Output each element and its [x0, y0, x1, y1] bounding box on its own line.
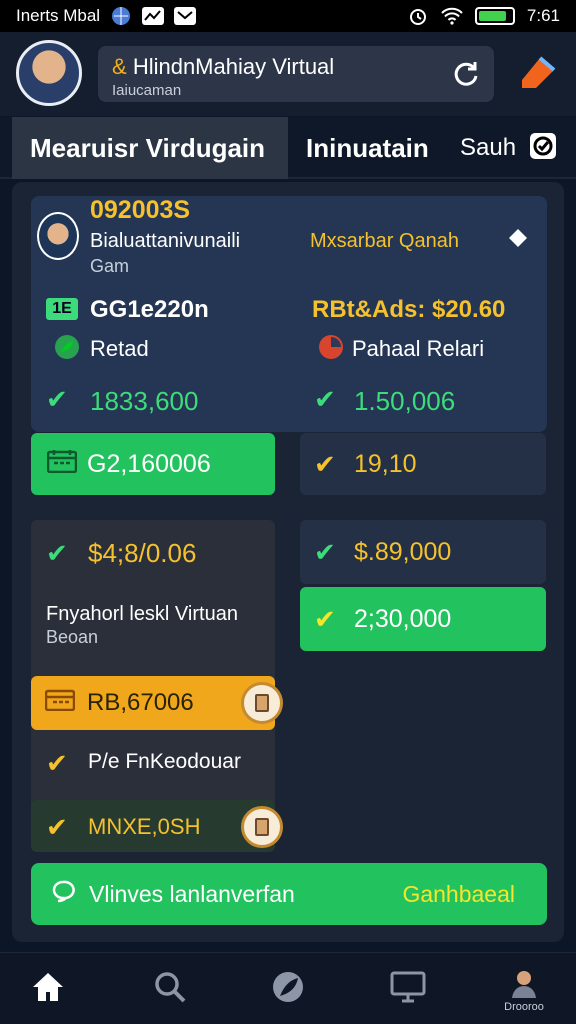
trend-icon [142, 6, 165, 26]
tab-ininuatain[interactable]: Ininuatain [306, 117, 429, 179]
profile-label: Drooroo [504, 1001, 544, 1013]
calendar-icon [31, 689, 79, 718]
chat-icon [31, 879, 81, 909]
tab-sauh[interactable]: Sauh [460, 117, 516, 179]
battery-icon [474, 7, 515, 25]
value-button-green[interactable]: G2,160006 [31, 433, 275, 495]
globe-icon [110, 6, 132, 26]
check-icon: ✔ [314, 603, 336, 634]
app-header: & HlindnMahiay Virtual Iaiucaman [0, 32, 576, 116]
search-subtitle: Iaiucaman [112, 82, 182, 99]
right-card-value: 19,10 [354, 449, 417, 478]
lock-icon[interactable] [241, 806, 283, 848]
alarm-icon [407, 6, 429, 26]
search-icon[interactable] [150, 967, 190, 1007]
left-value: 1833,600 [90, 386, 199, 416]
card-name-sub: Gam [90, 256, 130, 276]
home-icon[interactable] [28, 967, 68, 1007]
right-value: 1.50,006 [354, 386, 456, 416]
bottom-nav: Drooroo [0, 952, 576, 1024]
right-card-value-1: $.89,000 [354, 537, 452, 566]
search-title: & HlindnMahiay Virtual [112, 54, 480, 80]
option-label-2: MNXE,0SH [88, 814, 201, 839]
check-icon: ✔ [46, 384, 68, 414]
detail-text: Fnyahorl leskl Virtuan [46, 603, 238, 625]
search-title-text: HlindnMahiay Virtual [132, 54, 335, 79]
red-badge-icon [318, 334, 344, 365]
primary-action-link[interactable]: Ganhbaeal [402, 881, 515, 908]
refresh-icon[interactable] [452, 60, 480, 88]
wifi-icon [441, 6, 463, 26]
item-pahaal: Pahaal Relari [352, 336, 485, 361]
calendar-icon [46, 449, 87, 480]
card-avatar [37, 212, 79, 260]
check-icon: ✔ [46, 812, 68, 842]
value-card-right[interactable]: ✔ 19,10 [300, 433, 546, 495]
detail-value: $4;8/0.06 [88, 538, 197, 568]
lock-icon[interactable] [241, 682, 283, 724]
right-value-card[interactable]: ✔ $.89,000 [300, 520, 546, 584]
primary-action-label: Vlinves lanlanverfan [89, 880, 295, 907]
card-right-label: Mxsarbar Qanah [310, 230, 459, 252]
avatar[interactable] [16, 40, 82, 106]
check-icon: ✔ [46, 748, 68, 778]
pencil-icon[interactable] [518, 54, 558, 90]
stat-badge: 1E [46, 298, 78, 320]
clock: 7:61 [526, 6, 560, 25]
stat-label: GG1e220n [90, 296, 209, 323]
diamond-icon[interactable] [508, 228, 528, 253]
orange-value-button[interactable]: RB,67006 [31, 676, 275, 730]
orange-button-value: RB,67006 [87, 689, 194, 716]
check-icon: ✔ [314, 384, 336, 414]
green-button-value: G2,160006 [87, 449, 211, 478]
detail-subtext: Beoan [46, 627, 99, 647]
primary-action-button[interactable]: Vlinves lanlanverfan Ganhbaeal [31, 863, 547, 925]
search-box[interactable]: & HlindnMahiay Virtual Iaiucaman [98, 46, 494, 102]
search-title-prefix: & [112, 54, 127, 79]
card-code: 092003S [90, 196, 191, 224]
leaf-icon[interactable] [268, 967, 308, 1007]
profile-icon[interactable] [504, 963, 544, 1003]
right-card-value-2: 2;30,000 [354, 604, 452, 633]
card-name: Bialuattanivunaili [90, 230, 241, 252]
carrier-label: Inerts Mbal [16, 6, 101, 25]
item-retad: Retad [90, 336, 149, 361]
tab-mearuisr[interactable]: Mearuisr Virdugain [12, 117, 288, 179]
tab-bar: Mearuisr Virdugain Ininuatain Sauh [0, 117, 576, 179]
check-icon: ✔ [314, 448, 336, 479]
option-label: P/e FnKeodouar [88, 750, 241, 773]
status-bar: Inerts Mbal 7:61 [0, 0, 576, 32]
right-green-card[interactable]: ✔ 2;30,000 [300, 587, 546, 651]
check-icon: ✔ [314, 536, 336, 567]
monitor-icon[interactable] [388, 967, 428, 1007]
check-icon: ✔ [46, 538, 68, 568]
leaf-badge-icon [54, 334, 80, 365]
mail-icon [174, 6, 197, 26]
tab-check-icon[interactable] [530, 133, 556, 159]
stat-amount: RBt&Ads: $20.60 [312, 296, 506, 323]
